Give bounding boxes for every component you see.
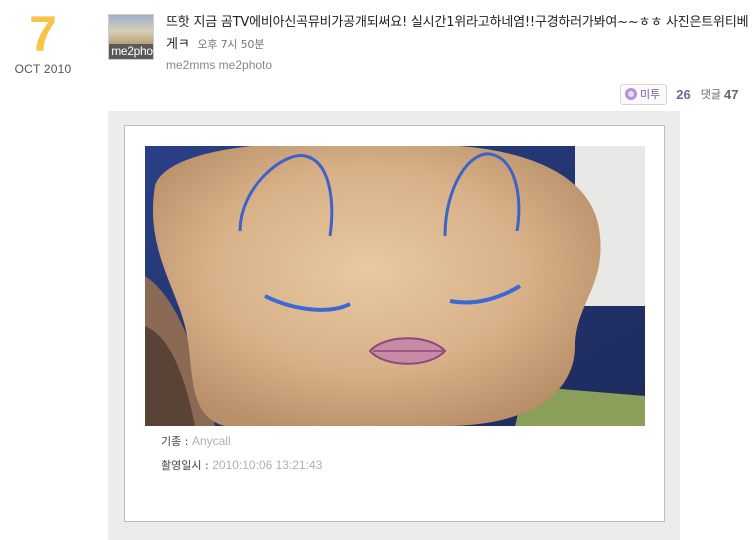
taken-label: 촬영일시 : xyxy=(161,459,209,472)
avatar[interactable]: me2pho xyxy=(108,14,154,60)
post-body: 뜨핫 지금 곰TV에비아신곡뮤비가공개되써요! 실시간1위라고하네염!!구경하러… xyxy=(166,12,751,56)
device-label: 기종 : xyxy=(161,435,189,448)
photo-device: 기종 : Anycall xyxy=(161,433,231,449)
avatar-image xyxy=(109,15,153,44)
taken-value: 2010:10:06 13:21:43 xyxy=(212,458,323,472)
plush-pillow-photo xyxy=(145,146,645,426)
comment-link[interactable]: 댓글 xyxy=(701,86,721,102)
attached-photo[interactable] xyxy=(145,146,645,426)
avatar-label: me2pho xyxy=(111,44,153,58)
photo-container: 기종 : Anycall 촬영일시 : 2010:10:06 13:21:43 xyxy=(108,111,680,540)
post-tags[interactable]: me2mms me2photo xyxy=(166,58,272,72)
post-date: 7 OCT 2010 xyxy=(0,8,86,76)
date-month-year: OCT 2010 xyxy=(14,62,72,76)
photo-taken-date: 촬영일시 : 2010:10:06 13:21:43 xyxy=(161,457,322,473)
metoo-icon xyxy=(625,88,637,100)
post-time[interactable]: 오후 7시 50분 xyxy=(197,38,264,51)
device-value: Anycall xyxy=(191,434,231,448)
comment-count[interactable]: 47 xyxy=(724,87,738,102)
metoo-label: 미투 xyxy=(640,88,661,101)
photo-card: 기종 : Anycall 촬영일시 : 2010:10:06 13:21:43 xyxy=(124,125,665,522)
date-day: 7 xyxy=(29,6,57,62)
metoo-button[interactable]: 미투 xyxy=(620,83,668,105)
metoo-count[interactable]: 26 xyxy=(676,87,690,102)
post-actions: 미투 26 댓글 47 xyxy=(620,83,738,105)
